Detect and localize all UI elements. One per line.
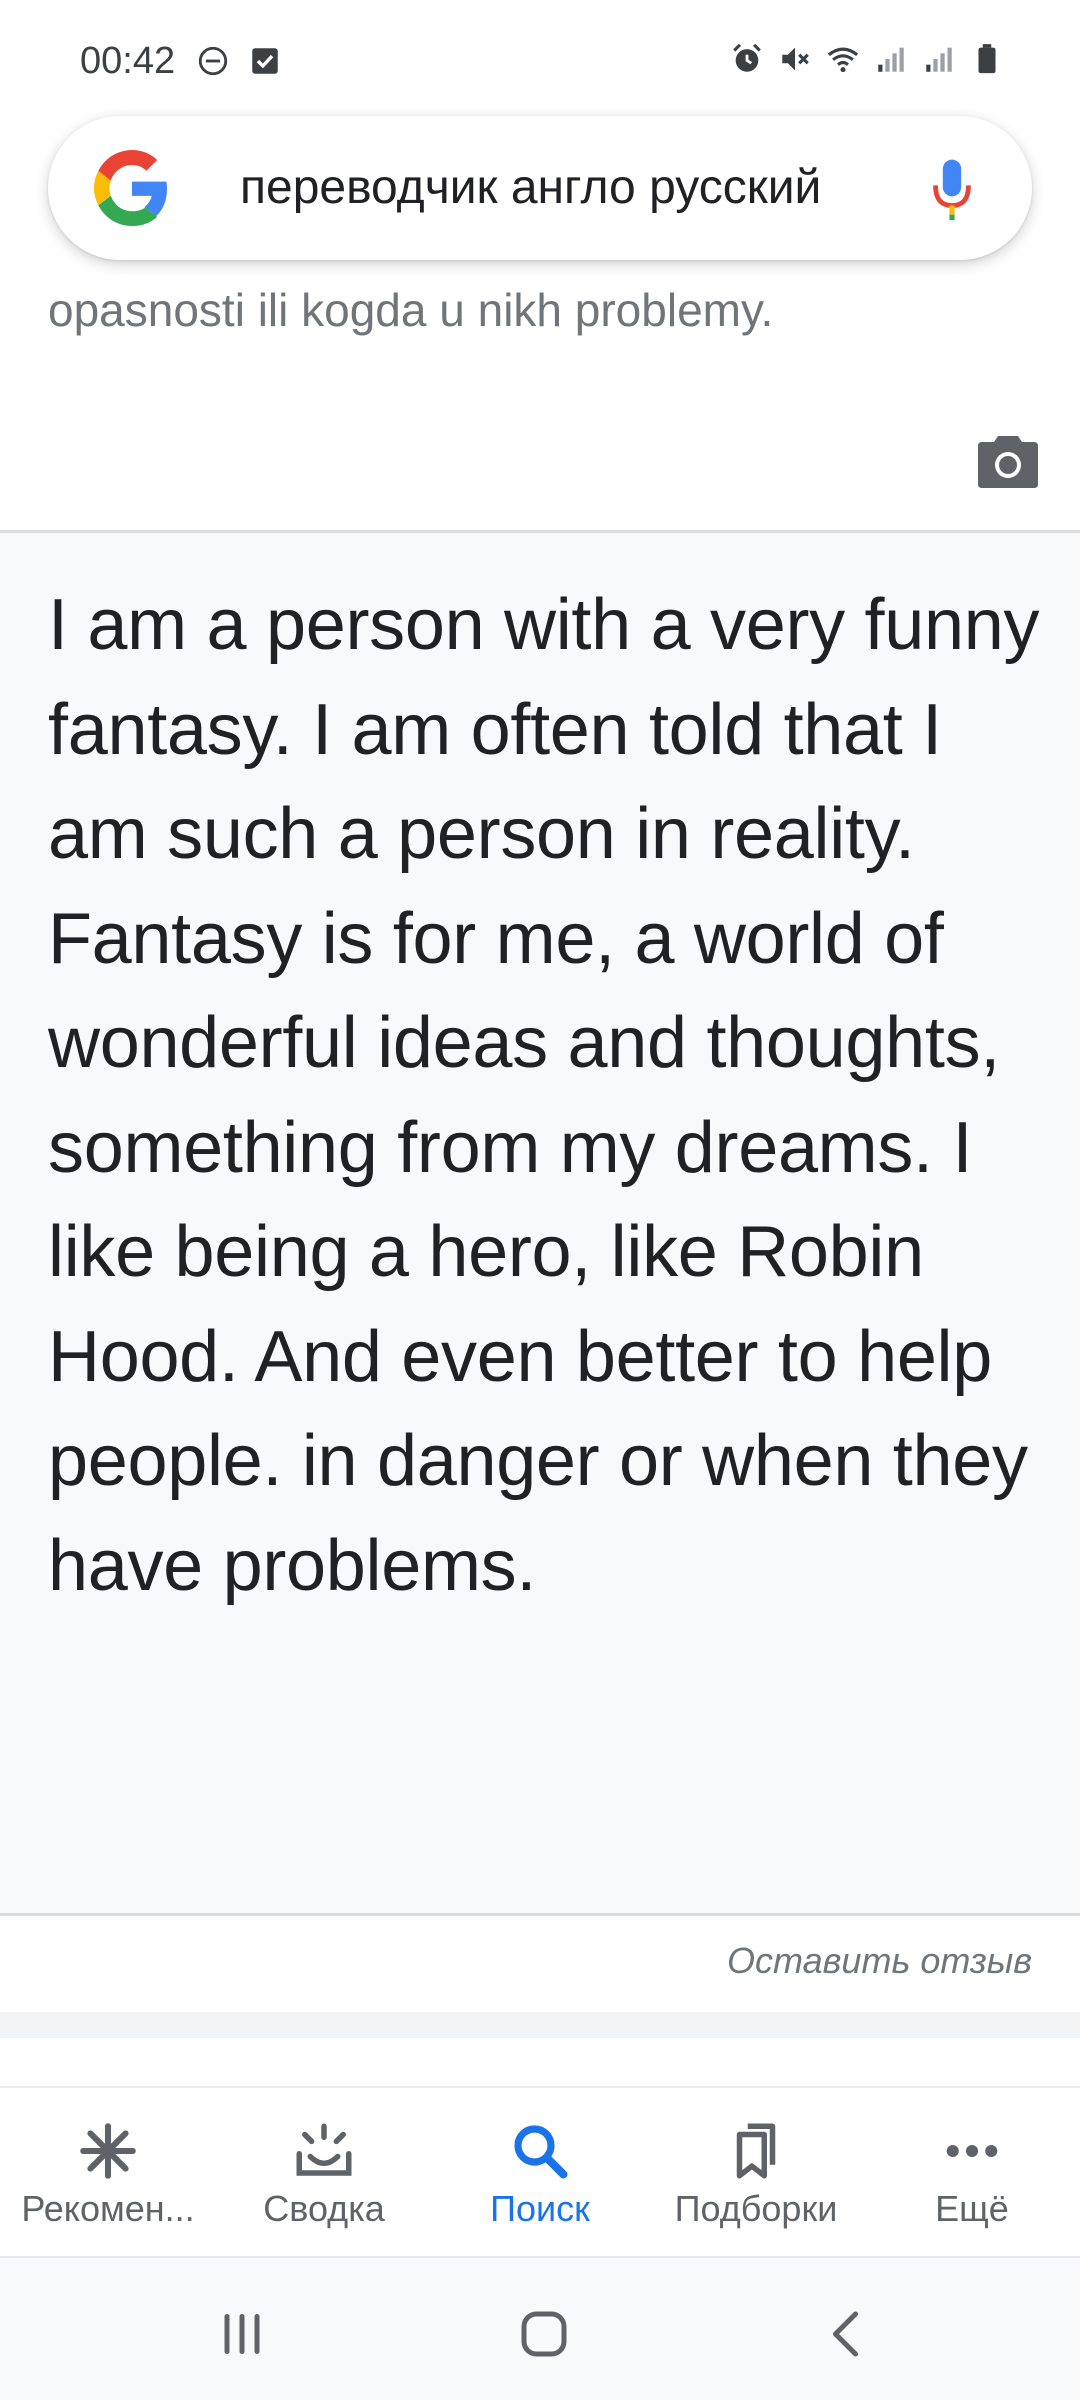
nav-item-search[interactable]: Поиск bbox=[432, 2088, 648, 2256]
sunrise-icon bbox=[296, 2123, 352, 2176]
home-icon[interactable] bbox=[514, 2304, 574, 2364]
back-icon[interactable] bbox=[818, 2304, 878, 2364]
camera-icon[interactable] bbox=[974, 432, 1042, 492]
nav-label: Подборки bbox=[674, 2188, 838, 2229]
battery-icon bbox=[978, 44, 996, 74]
translation-panel: I am a person with a very funny fantasy.… bbox=[0, 533, 1080, 1913]
nav-label: Рекомен... bbox=[21, 2188, 195, 2229]
signal-icon bbox=[878, 47, 904, 72]
source-text: opasnosti ili kogda u nikh problemy. bbox=[48, 284, 774, 336]
asterisk-icon bbox=[80, 2123, 136, 2179]
microphone-icon[interactable] bbox=[930, 156, 974, 222]
nav-label: Поиск bbox=[490, 2188, 590, 2229]
collections-icon bbox=[736, 2123, 776, 2179]
status-time: 00:42 bbox=[80, 40, 176, 82]
search-icon bbox=[514, 2125, 568, 2179]
google-logo-icon[interactable] bbox=[94, 150, 170, 226]
status-right-icons bbox=[730, 42, 1004, 76]
nav-item-more[interactable]: Ещё bbox=[864, 2088, 1080, 2256]
status-left-icons bbox=[196, 44, 282, 78]
divider bbox=[0, 1913, 1080, 1916]
system-nav-bar bbox=[0, 2256, 1080, 2400]
more-icon bbox=[946, 2144, 998, 2158]
search-input[interactable]: переводчик англо русский bbox=[240, 160, 900, 216]
do-not-disturb-icon bbox=[198, 46, 228, 76]
nav-label: Ещё bbox=[935, 2188, 1009, 2229]
section-separator bbox=[0, 2012, 1080, 2038]
alarm-icon bbox=[733, 43, 761, 72]
check-notification-icon bbox=[252, 48, 278, 74]
feedback-link[interactable]: Оставить отзыв bbox=[727, 1940, 1032, 1982]
signal-icon bbox=[926, 47, 952, 72]
nav-item-recommendations[interactable]: Рекомен... bbox=[0, 2088, 216, 2256]
search-bar[interactable]: переводчик англо русский bbox=[48, 116, 1032, 260]
status-bar: 00:42 bbox=[0, 0, 1080, 112]
wifi-icon bbox=[827, 47, 859, 73]
mute-icon bbox=[782, 47, 809, 71]
page: 00:42 переводчик англо русский opasnosti… bbox=[0, 0, 1080, 2400]
nav-label: Сводка bbox=[263, 2188, 385, 2229]
translation-text: I am a person with a very funny fantasy.… bbox=[48, 585, 1040, 1606]
nav-item-summary[interactable]: Сводка bbox=[216, 2088, 432, 2256]
recent-apps-icon[interactable] bbox=[212, 2304, 272, 2364]
bottom-nav: Рекомен... Сводка Поиск Подборки Ещё bbox=[0, 2088, 1080, 2256]
nav-item-collections[interactable]: Подборки bbox=[648, 2088, 864, 2256]
